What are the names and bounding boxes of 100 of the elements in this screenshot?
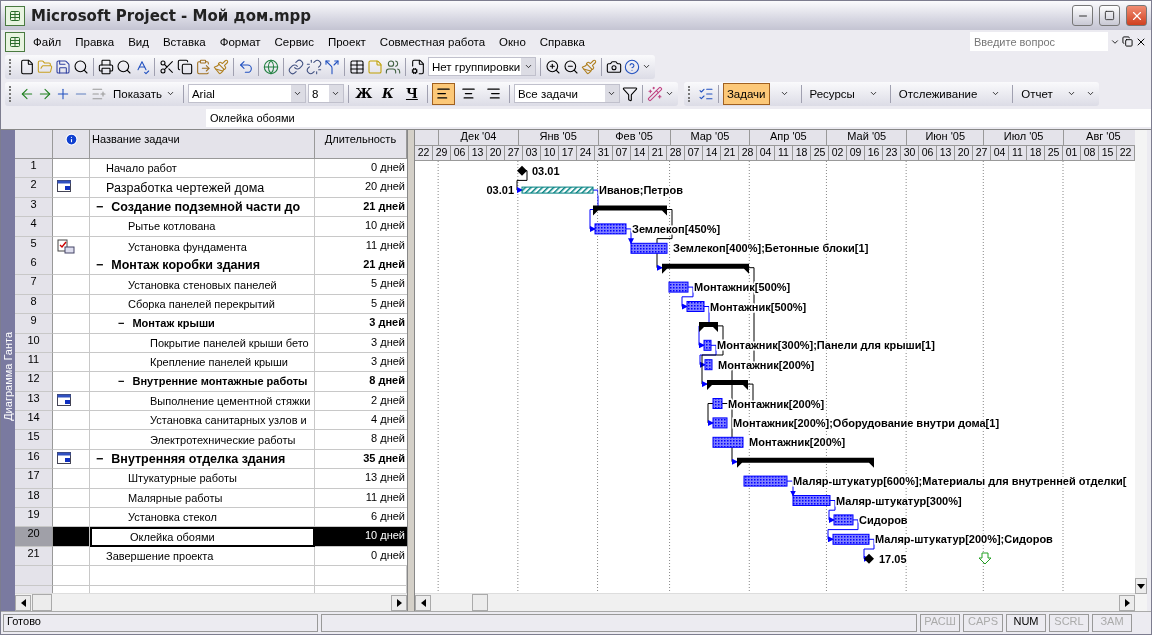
search-icon[interactable]	[73, 58, 89, 75]
document-icon[interactable]	[9, 35, 21, 48]
menu-item[interactable]: Справка	[533, 33, 591, 50]
column-header[interactable]: Длительность	[315, 130, 407, 159]
row-number[interactable]: 19	[15, 508, 53, 528]
toolbar-grip[interactable]	[9, 85, 14, 102]
zoom-out-icon[interactable]	[563, 58, 579, 75]
scroll-thumb[interactable]	[472, 594, 488, 611]
horizontal-scrollbar[interactable]	[15, 593, 407, 611]
guide-tab[interactable]: Отчет	[1017, 82, 1057, 105]
row-number[interactable]: 15	[15, 430, 53, 450]
toolbar-grip[interactable]	[9, 58, 14, 75]
row-number[interactable]: 11	[15, 352, 53, 373]
row-number[interactable]: 8	[15, 294, 53, 315]
paste-icon[interactable]	[195, 58, 211, 75]
caret-icon[interactable]	[991, 89, 1001, 98]
preview-icon[interactable]	[116, 58, 132, 75]
guide-tab[interactable]: Отслеживание	[894, 82, 982, 105]
row-number[interactable]: 3	[15, 197, 53, 218]
menu-item[interactable]: Проект	[321, 33, 372, 50]
collapse-toggle[interactable]: −	[96, 258, 104, 273]
row-number[interactable]: 13	[15, 391, 53, 412]
row-number[interactable]: 21	[15, 546, 53, 567]
view-label[interactable]: Диаграмма Ганта	[2, 332, 14, 421]
scroll-left-button[interactable]	[15, 594, 31, 611]
menu-item[interactable]: Окно	[493, 33, 532, 50]
zoom-in-icon[interactable]	[545, 58, 561, 75]
horizontal-scrollbar[interactable]	[415, 593, 1135, 611]
row-number[interactable]: 10	[15, 333, 53, 353]
collapse-toggle[interactable]: −	[118, 317, 125, 330]
row-number[interactable]: 20	[15, 527, 53, 547]
help-search-field[interactable]: Введите вопрос	[970, 32, 1108, 51]
paintbrush-icon[interactable]	[213, 58, 229, 75]
restore-icon[interactable]	[1122, 36, 1133, 47]
cut-icon[interactable]	[159, 58, 175, 75]
font-size-dropdown[interactable]: 8	[307, 84, 344, 103]
help-icon[interactable]	[624, 58, 640, 75]
split-icon[interactable]	[324, 58, 340, 75]
scroll-right-button[interactable]	[391, 594, 407, 611]
scroll-left-button[interactable]	[415, 594, 431, 611]
copy-icon[interactable]	[177, 58, 193, 75]
collapse-toggle[interactable]: −	[96, 199, 104, 214]
menu-item[interactable]: Правка	[69, 33, 121, 50]
people-icon[interactable]	[385, 58, 401, 75]
spellcheck-icon[interactable]	[134, 58, 150, 75]
row-number[interactable]: 17	[15, 469, 53, 489]
row-number[interactable]: 7	[15, 275, 53, 295]
entry-field[interactable]: Оклейка обоями	[206, 109, 1151, 127]
new-file-icon[interactable]	[19, 58, 35, 75]
minimize-button[interactable]	[1072, 5, 1093, 26]
row-number[interactable]: 2	[15, 178, 53, 198]
link-icon[interactable]	[288, 58, 304, 75]
menu-item[interactable]: Вставка	[156, 33, 212, 50]
unlink-icon[interactable]	[306, 58, 322, 75]
row-number[interactable]: 14	[15, 411, 53, 431]
align-left-button[interactable]	[431, 82, 455, 105]
caret-icon[interactable]	[868, 89, 878, 98]
italic-button[interactable]: К	[376, 82, 399, 105]
row-number[interactable]: 4	[15, 217, 53, 237]
scroll-right-button[interactable]	[1119, 594, 1135, 611]
toolbar-grip[interactable]	[687, 85, 693, 102]
wand-icon[interactable]	[646, 85, 663, 102]
menu-item[interactable]: Формат	[213, 33, 267, 50]
collapse-toggle[interactable]: −	[96, 452, 104, 467]
save-icon[interactable]	[55, 58, 71, 75]
caret-icon[interactable]	[1066, 89, 1076, 98]
row-number[interactable]: 1	[15, 159, 53, 179]
scroll-down-button[interactable]	[1135, 578, 1147, 594]
header-cell[interactable]	[53, 130, 90, 159]
menu-item[interactable]: Сервис	[268, 33, 320, 50]
menu-item[interactable]: Файл	[27, 33, 68, 50]
font-dropdown[interactable]: Arial	[187, 84, 306, 103]
guide-tab[interactable]: Ресурсы	[805, 82, 859, 105]
row-number[interactable]: 9	[15, 314, 53, 334]
caret-icon[interactable]	[293, 89, 303, 98]
close-button[interactable]	[1126, 5, 1147, 26]
scroll-thumb[interactable]	[32, 594, 52, 611]
grouping-dropdown[interactable]: Нет группировки	[428, 57, 536, 76]
row-number[interactable]: 16	[15, 449, 53, 470]
caret-icon[interactable]	[523, 62, 533, 71]
overflow-icon[interactable]	[1085, 89, 1095, 98]
collapse-toggle[interactable]: −	[118, 375, 125, 388]
filter-icon[interactable]	[621, 85, 638, 102]
underline-button[interactable]: Ч	[400, 82, 423, 105]
filter-dropdown[interactable]: Все задачи	[513, 84, 620, 103]
caret-icon[interactable]	[779, 89, 789, 98]
printer-icon[interactable]	[98, 58, 114, 75]
show-button[interactable]: Показать	[109, 82, 179, 105]
overflow-icon[interactable]	[664, 89, 674, 98]
caret-icon[interactable]	[331, 89, 341, 98]
guide-tab[interactable]: Задачи	[722, 82, 770, 105]
undo-icon[interactable]	[238, 58, 254, 75]
row-number[interactable]: 12	[15, 372, 53, 392]
bold-button[interactable]: Ж	[352, 82, 375, 105]
menu-item[interactable]: Совместная работа	[373, 33, 492, 50]
overflow-icon[interactable]	[642, 62, 651, 71]
caret-icon[interactable]	[607, 89, 617, 98]
maximize-button[interactable]	[1099, 5, 1120, 26]
vertical-scrollbar[interactable]	[1135, 130, 1147, 611]
camera-icon[interactable]	[606, 58, 622, 75]
